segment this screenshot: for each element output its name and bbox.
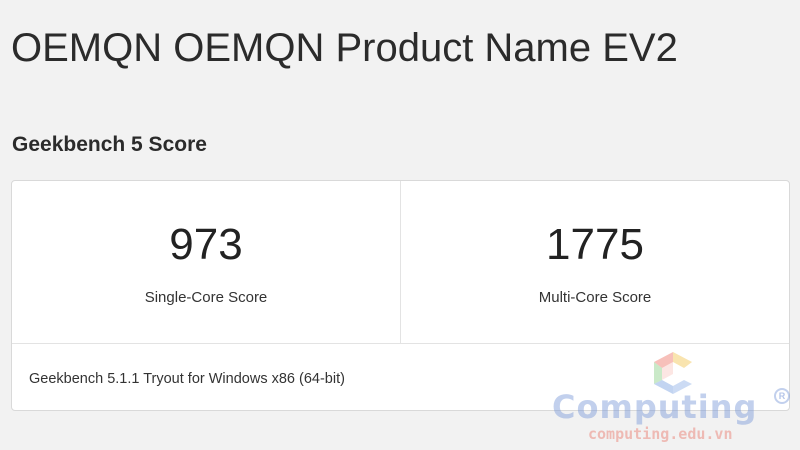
single-core-score-value: 973 [169,220,243,269]
scores-row: 973 Single-Core Score 1775 Multi-Core Sc… [12,181,789,344]
section-title: Geekbench 5 Score [12,133,207,156]
watermark-url: computing.edu.vn [588,425,733,443]
page-title: OEMQN OEMQN Product Name EV2 [11,26,678,70]
multi-core-score-label: Multi-Core Score [538,289,652,306]
single-core-cell: 973 Single-Core Score [12,181,400,343]
version-info: Geekbench 5.1.1 Tryout for Windows x86 (… [29,371,345,387]
single-core-score-label: Single-Core Score [144,289,268,306]
score-card: 973 Single-Core Score 1775 Multi-Core Sc… [11,180,790,411]
multi-core-score-value: 1775 [546,220,644,269]
multi-core-cell: 1775 Multi-Core Score [400,181,789,343]
